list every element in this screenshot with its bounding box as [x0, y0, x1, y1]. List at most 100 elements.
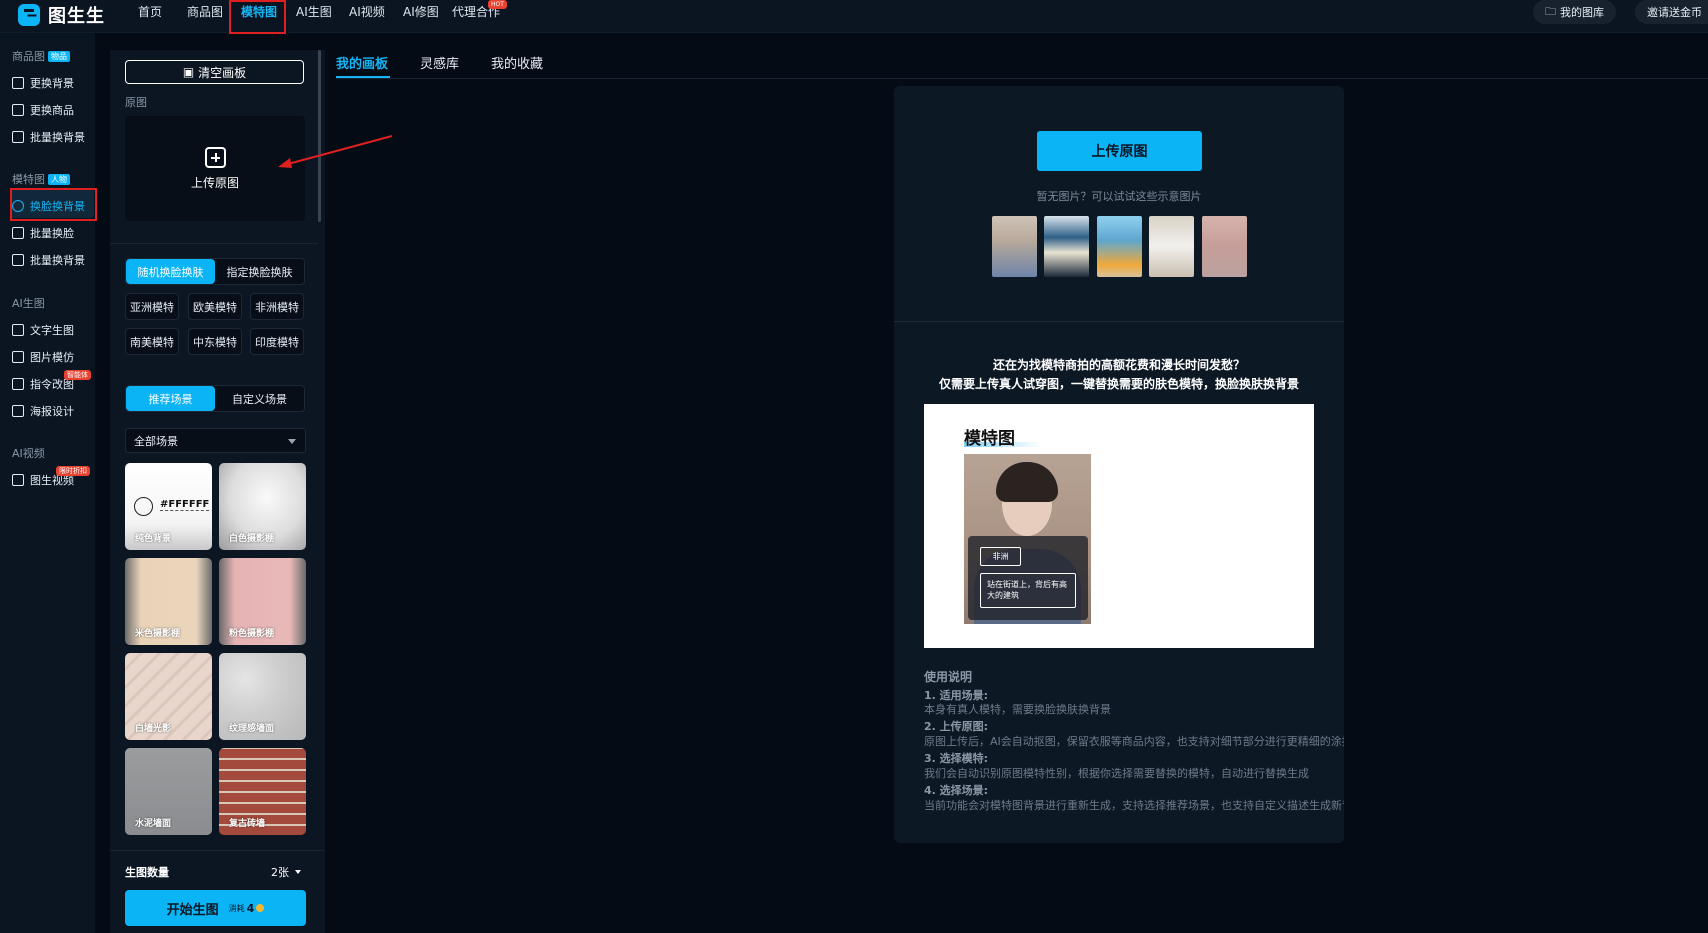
demo-tag-region: 非洲	[980, 547, 1021, 566]
sidebar-item-change-bg[interactable]: 更换背景	[12, 75, 74, 91]
scene-mode-recommended[interactable]: 推荐场景	[126, 386, 215, 411]
scene-texture-wall[interactable]: 纹理感墙面	[219, 653, 306, 740]
video-icon	[12, 474, 24, 486]
sidebar-item-label: 更换商品	[30, 104, 74, 117]
original-image-label: 原图	[125, 96, 147, 109]
scene-concrete-wall[interactable]: 水泥墙面	[125, 748, 212, 835]
text-image-icon	[12, 324, 24, 336]
nav-home[interactable]: 首页	[138, 3, 162, 20]
scene-filter-select[interactable]: 全部场景	[125, 428, 306, 453]
model-chip-india[interactable]: 印度模特	[250, 328, 304, 355]
top-bar: 图生生 首页 商品图 模特图 AI生图 AI视频 AI修图 代理合作 HOT 🗀…	[0, 0, 1708, 34]
scene-caption: 米色摄影棚	[135, 629, 181, 639]
nav-ai-video[interactable]: AI视频	[349, 3, 385, 20]
face-scan-icon	[12, 227, 24, 239]
sample-image-5[interactable]	[1202, 216, 1247, 277]
sidebar-group-model: 模特图 人物	[12, 171, 70, 187]
upload-original-label: 上传原图	[190, 175, 239, 190]
card-divider	[894, 321, 1344, 322]
sidebar-item-batch-face[interactable]: 批量换脸	[12, 225, 74, 241]
scene-white-studio[interactable]: 白色摄影棚	[219, 463, 306, 550]
instruction-step-1-text: 本身有真人模特，需要换脸换肤换背景	[924, 703, 1111, 716]
scene-white-wall-light[interactable]: 白墙光影	[125, 653, 212, 740]
hot-badge: HOT	[488, 0, 507, 9]
sidebar-item-poster[interactable]: 海报设计	[12, 403, 74, 419]
sidebar-group-ai-image: AI生图	[12, 295, 45, 311]
tab-favorites[interactable]: 我的收藏	[491, 53, 543, 72]
instruction-step-4-title: 4. 选择场景:	[924, 784, 989, 797]
sample-image-1[interactable]	[992, 216, 1037, 277]
swap-icon	[12, 104, 24, 116]
start-generate-button[interactable]: 开始生图 消耗 4	[125, 890, 306, 926]
chevron-down-icon	[295, 870, 301, 874]
coin-icon	[256, 904, 265, 912]
demo-title: 模特图	[964, 429, 1015, 449]
scene-caption: 白色摄影棚	[229, 534, 275, 544]
my-library-button[interactable]: 🗀 我的图库	[1533, 0, 1616, 24]
model-chip-south-america[interactable]: 南美模特	[125, 328, 179, 355]
chevron-down-icon	[288, 439, 296, 444]
count-value: 2张	[271, 866, 289, 879]
model-chip-asia[interactable]: 亚洲模特	[125, 293, 179, 320]
tab-my-canvas[interactable]: 我的画板	[336, 53, 388, 72]
nav-ai-image[interactable]: AI生图	[296, 3, 332, 20]
sidebar-item-label: 海报设计	[30, 405, 74, 418]
logo-text: 图生生	[48, 6, 105, 27]
sidebar-group-label: 商品图	[12, 50, 45, 63]
scene-filter-value: 全部场景	[134, 434, 178, 448]
discount-badge: 限时折扣	[56, 466, 90, 476]
scene-solid-color[interactable]: #FFFFFF 纯色背景	[125, 463, 212, 550]
sidebar-group-tag: 物品	[48, 50, 70, 62]
color-circle-icon	[134, 497, 153, 516]
plus-icon	[204, 146, 226, 168]
face-mode-specified[interactable]: 指定换脸换肤	[215, 259, 304, 284]
sample-image-2[interactable]	[1044, 216, 1089, 277]
sidebar-group-product: 商品图 物品	[12, 48, 70, 64]
tab-inspiration[interactable]: 灵感库	[420, 53, 459, 72]
scene-pink-studio[interactable]: 粉色摄影棚	[219, 558, 306, 645]
cost-info: 消耗 4	[229, 902, 265, 915]
model-chip-middle-east[interactable]: 中东模特	[188, 328, 242, 355]
face-mode-random[interactable]: 随机换脸换肤	[126, 259, 215, 284]
invite-label: 邀请送金币	[1647, 6, 1702, 19]
sample-image-4[interactable]	[1149, 216, 1194, 277]
panel-divider	[110, 243, 318, 244]
model-chip-africa[interactable]: 非洲模特	[250, 293, 304, 320]
upload-original-button[interactable]: 上传原图	[1037, 131, 1202, 171]
scene-mode-custom[interactable]: 自定义场景	[215, 386, 304, 411]
instruction-step-3-text: 我们会自动识别原图模特性别，根据你选择需要替换的模特，自动进行替换生成	[924, 767, 1309, 780]
sidebar-item-label: 文字生图	[30, 324, 74, 337]
copy-icon	[12, 351, 24, 363]
nav-ai-retouch[interactable]: AI修图	[403, 3, 439, 20]
face-mode-toggle: 随机换脸换肤 指定换脸换肤	[125, 258, 305, 285]
cost-label: 消耗	[228, 903, 245, 913]
scene-caption: 纯色背景	[135, 534, 172, 544]
logo[interactable]: 图生生	[18, 1, 105, 29]
scene-beige-studio[interactable]: 米色摄影棚	[125, 558, 212, 645]
invite-button[interactable]: 邀请送金币	[1635, 0, 1708, 24]
scene-retro-brick[interactable]: 复古砖墙	[219, 748, 306, 835]
count-select[interactable]: 2张	[271, 864, 301, 880]
sidebar-item-image-imitate[interactable]: 图片模仿	[12, 349, 74, 365]
logo-icon	[18, 4, 40, 26]
sidebar-item-change-product[interactable]: 更换商品	[12, 102, 74, 118]
layers-icon	[12, 131, 24, 143]
sidebar-item-batch-bg[interactable]: 批量换背景	[12, 129, 85, 145]
sample-image-3[interactable]	[1097, 216, 1142, 277]
tab-divider	[336, 78, 1708, 79]
model-chip-europe[interactable]: 欧美模特	[188, 293, 242, 320]
promo-line-2: 仅需要上传真人试穿图，一键替换需要的肤色模特，换脸换肤换背景	[938, 377, 1299, 391]
instructions-title: 使用说明	[924, 670, 973, 684]
scene-hex-value: #FFFFFF	[160, 499, 210, 511]
clear-canvas-button[interactable]: ▣ 清空画板	[125, 60, 304, 84]
scene-mode-toggle: 推荐场景 自定义场景	[125, 385, 305, 412]
sidebar-item-batch-bg-model[interactable]: 批量换背景	[12, 252, 85, 268]
sample-hint: 暂无图片？可以试试这些示意图片	[1036, 190, 1202, 203]
sidebar-group-label: AI生图	[12, 297, 45, 310]
cost-value: 4	[246, 901, 255, 915]
nav-product-image[interactable]: 商品图	[187, 3, 223, 20]
trash-icon: ▣	[182, 65, 195, 79]
sidebar-item-text-to-image[interactable]: 文字生图	[12, 322, 74, 338]
scene-caption: 白墙光影	[135, 724, 172, 734]
instruction-step-2-title: 2. 上传原图:	[924, 720, 989, 733]
